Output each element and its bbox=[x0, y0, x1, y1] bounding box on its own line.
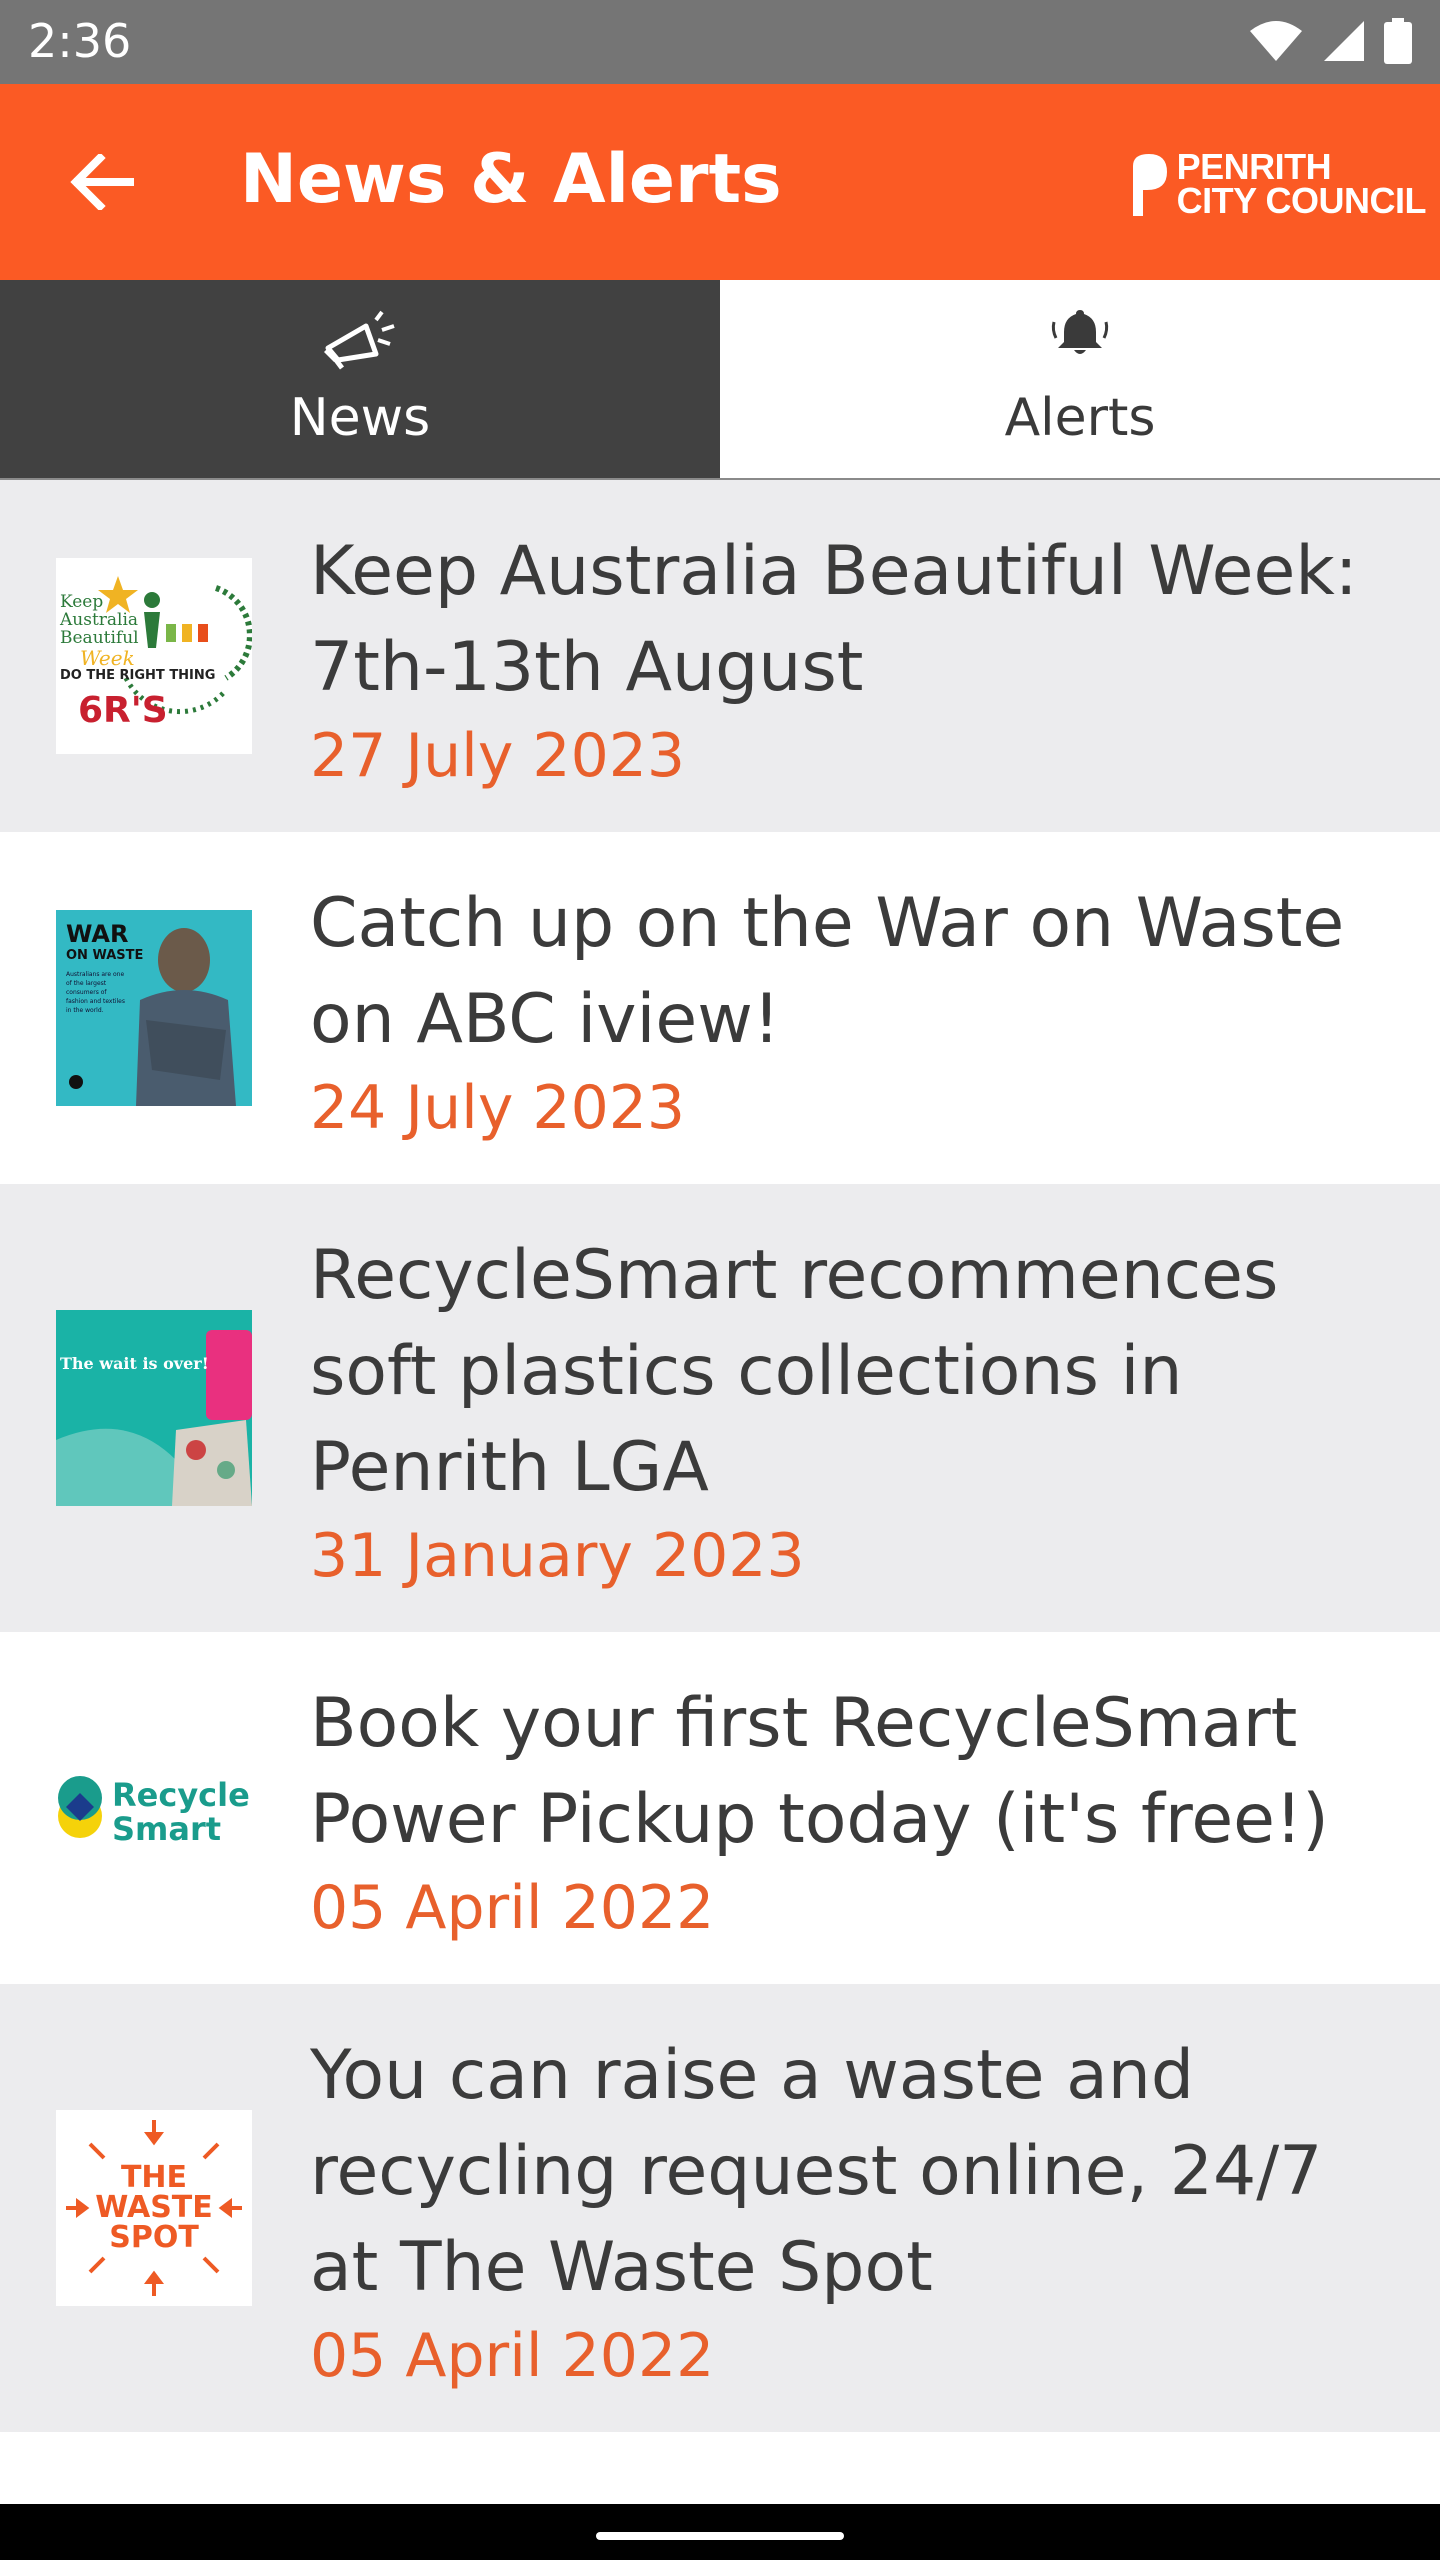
news-item[interactable]: Recycle Smart Book your first RecycleSma… bbox=[0, 1632, 1440, 1984]
tab-bar: News Alerts bbox=[0, 280, 1440, 480]
keep-australia-beautiful-thumbnail: Keep Australia Beautiful Week DO THE RIG… bbox=[56, 558, 252, 754]
wow-war-text: WAR bbox=[66, 920, 129, 948]
tab-alerts-label: Alerts bbox=[1004, 388, 1156, 448]
status-time: 2:36 bbox=[28, 14, 132, 68]
tab-alerts[interactable]: Alerts bbox=[720, 280, 1440, 478]
waste-spot-thumbnail: THE WASTE SPOT bbox=[56, 2110, 252, 2306]
news-date: 05 April 2022 bbox=[310, 1873, 715, 1943]
news-item[interactable]: The wait is over! RecycleSmart recommenc… bbox=[0, 1184, 1440, 1632]
news-date: 24 July 2023 bbox=[310, 1073, 686, 1143]
system-nav-bar bbox=[0, 2504, 1440, 2560]
news-date: 05 April 2022 bbox=[310, 2321, 715, 2391]
news-list: Keep Australia Beautiful Week DO THE RIG… bbox=[0, 480, 1440, 2432]
war-on-waste-thumbnail: WAR ON WASTE Australians are one of the … bbox=[56, 910, 252, 1106]
wow-caption-text: Australians are one of the largest consu… bbox=[66, 971, 125, 1014]
recyclesmart-smart-text: Smart bbox=[112, 1810, 222, 1848]
kab-week-text: Week bbox=[80, 646, 135, 670]
logo-mark-icon bbox=[1132, 154, 1167, 216]
soft-plastics-thumbnail: The wait is over! bbox=[56, 1310, 252, 1506]
status-bar: 2:36 bbox=[0, 0, 1440, 84]
news-item[interactable]: THE WASTE SPOT You can raise a waste and… bbox=[0, 1984, 1440, 2432]
back-button[interactable] bbox=[52, 132, 152, 232]
news-item[interactable]: WAR ON WASTE Australians are one of the … bbox=[0, 832, 1440, 1184]
soft-plastics-headline: The wait is over! bbox=[60, 1354, 209, 1373]
kab-6rs-text: 6R'S bbox=[78, 690, 168, 731]
signal-icon bbox=[1324, 21, 1364, 61]
bell-icon bbox=[1051, 310, 1109, 354]
status-icons bbox=[1248, 18, 1412, 64]
penrith-council-logo: PENRITH CITY COUNCIL bbox=[1129, 146, 1427, 221]
news-date: 27 July 2023 bbox=[310, 721, 686, 791]
kab-keep-text: Keep bbox=[60, 592, 104, 612]
tab-news-label: News bbox=[289, 388, 431, 448]
logo-text: PENRITH CITY COUNCIL bbox=[1176, 146, 1427, 221]
news-title: Catch up on the War on Waste on ABC ivie… bbox=[310, 884, 1345, 1059]
kab-beautiful-text: Beautiful bbox=[60, 628, 139, 648]
waste-spot-spot-text: SPOT bbox=[109, 2220, 199, 2255]
home-gesture-handle[interactable] bbox=[596, 2532, 844, 2540]
wifi-icon bbox=[1250, 21, 1302, 61]
news-title: RecycleSmart recommences soft plastics c… bbox=[310, 1236, 1279, 1507]
news-title: Keep Australia Beautiful Week: 7th-13th … bbox=[310, 532, 1358, 707]
wow-on-waste-text: ON WASTE bbox=[66, 948, 144, 963]
app-bar: News & Alerts PENRITH CITY COUNCIL bbox=[0, 84, 1440, 280]
tab-news[interactable]: News bbox=[0, 280, 720, 478]
megaphone-icon bbox=[324, 310, 395, 370]
arrow-back-icon bbox=[70, 154, 134, 210]
kab-do-right-text: DO THE RIGHT THING bbox=[60, 668, 216, 683]
soft-plastics-artwork-icon bbox=[56, 1310, 252, 1506]
battery-icon bbox=[1384, 18, 1412, 64]
news-title: You can raise a waste and recycling requ… bbox=[310, 2036, 1323, 2307]
kab-australia-text: Australia bbox=[60, 610, 139, 630]
news-item[interactable]: Keep Australia Beautiful Week DO THE RIG… bbox=[0, 480, 1440, 832]
news-title: Book your first RecycleSmart Power Picku… bbox=[310, 1684, 1329, 1859]
recyclesmart-logo-thumbnail: Recycle Smart bbox=[56, 1710, 252, 1906]
news-date: 31 January 2023 bbox=[310, 1521, 805, 1591]
page-title: News & Alerts bbox=[240, 140, 782, 219]
recyclesmart-recycle-text: Recycle bbox=[112, 1776, 250, 1814]
